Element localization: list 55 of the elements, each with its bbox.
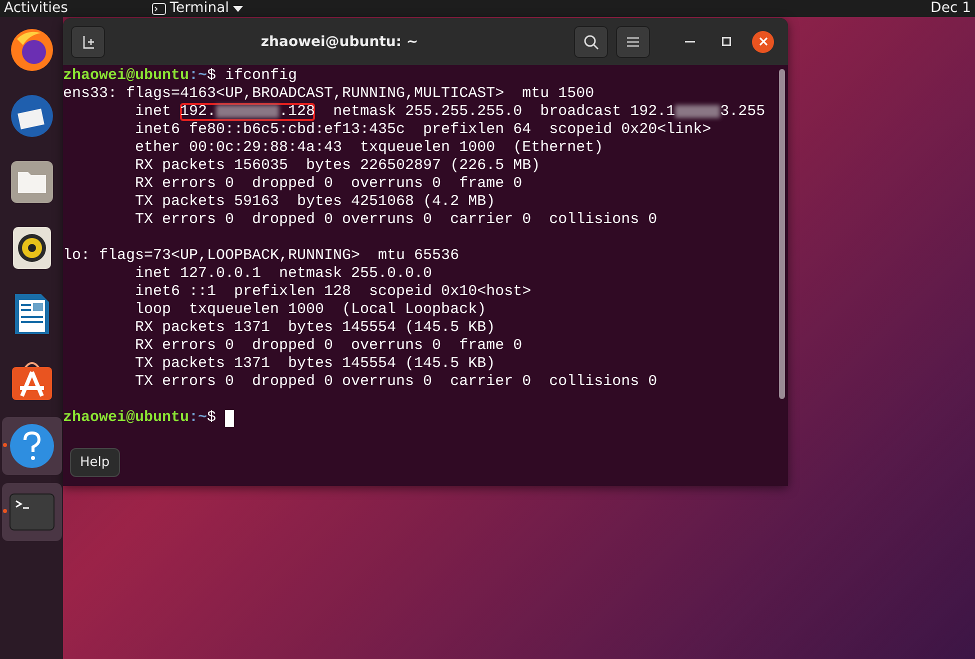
terminal-text: netmask 255.255.255.0 broadcast 192.1 [332,103,676,120]
terminal-text: TX errors 0 dropped 0 overruns 0 carrier 0 collisions 0 [134,373,658,390]
terminal-text: inet 127.0.0.1 netmask 255.0.0.0 [134,265,432,282]
prompt-user: zhaowei@ubuntu [63,409,190,426]
clock[interactable]: Dec 1 [926,0,975,17]
menu-icon [627,36,639,46]
new-tab-button[interactable] [71,26,105,58]
prompt-user: zhaowei@ubuntu [63,67,190,84]
terminal-text: TX packets 1371 bytes 145554 (145.5 KB) [134,355,496,372]
redacted-blur [675,104,720,118]
terminal-text: RX errors 0 dropped 0 overruns 0 frame 0 [134,337,522,354]
browser-icon [8,27,54,73]
mail-icon [8,93,54,139]
close-button[interactable] [752,30,774,52]
search-button[interactable] [574,26,608,58]
app-menu[interactable]: Terminal [166,0,234,17]
caret-icon [233,6,244,12]
activities-button[interactable]: Activities [0,0,72,17]
close-icon [758,37,768,46]
window-title: zhaowei@ubuntu: ~ [260,34,420,50]
running-indicator [2,509,6,513]
prompt-path: :~ [189,409,208,426]
terminal-text: inet6 ::1 prefixlen 128 scopeid 0x10<host> [134,283,532,300]
terminal-text: RX packets 1371 bytes 145554 (145.5 KB) [134,319,496,336]
menu-button[interactable] [616,26,650,58]
terminal-text: inet6 fe80::b6c5:cbd:ef13:435c prefixlen 64 scopeid 0x20<link> [134,121,712,138]
minimize-icon [685,40,695,42]
terminal-text: ens33: flags=4163<UP,BROADCAST,RUNNING,MULTICAST> mtu 1500 [63,85,594,102]
terminal-text: RX errors 0 dropped 0 overruns 0 frame 0 [134,175,522,192]
redacted-blur [216,104,280,118]
scrollbar[interactable] [779,69,785,399]
speaker-icon [12,226,52,270]
document-icon [12,292,50,336]
help-icon [8,423,54,469]
folder-icon [10,160,54,204]
terminal-text: inet [134,103,172,120]
running-indicator [2,443,6,447]
terminal-text: RX packets 156035 bytes 226502897 (226.5 MB) [134,157,540,174]
terminal-text: $ [207,409,218,426]
terminal-text: ether 00:0c:29:88:4a:43 txqueuelen 1000 (Ethernet) [134,139,604,156]
terminal-text: 3.255 [720,103,766,120]
terminal-icon [152,2,166,14]
terminal-text: $ ifconfig [207,67,298,84]
text-cursor [225,410,234,427]
terminal-icon [8,493,54,531]
prompt-path: :~ [189,67,208,84]
terminal-text: TX packets 59163 bytes 4251068 (4.2 MB) [134,193,496,210]
tooltip: Help [70,448,120,477]
maximize-icon [722,37,730,46]
dock-item[interactable] [2,417,62,475]
terminal-text: lo: flags=73<UP,LOOPBACK,RUNNING> mtu 65536 [63,247,460,264]
terminal-text: TX errors 0 dropped 0 overruns 0 carrier 0 collisions 0 [134,211,658,228]
new-tab-icon [81,34,95,48]
search-icon [583,34,599,50]
terminal-text: loop txqueuelen 1000 (Local Loopback) [134,301,486,318]
